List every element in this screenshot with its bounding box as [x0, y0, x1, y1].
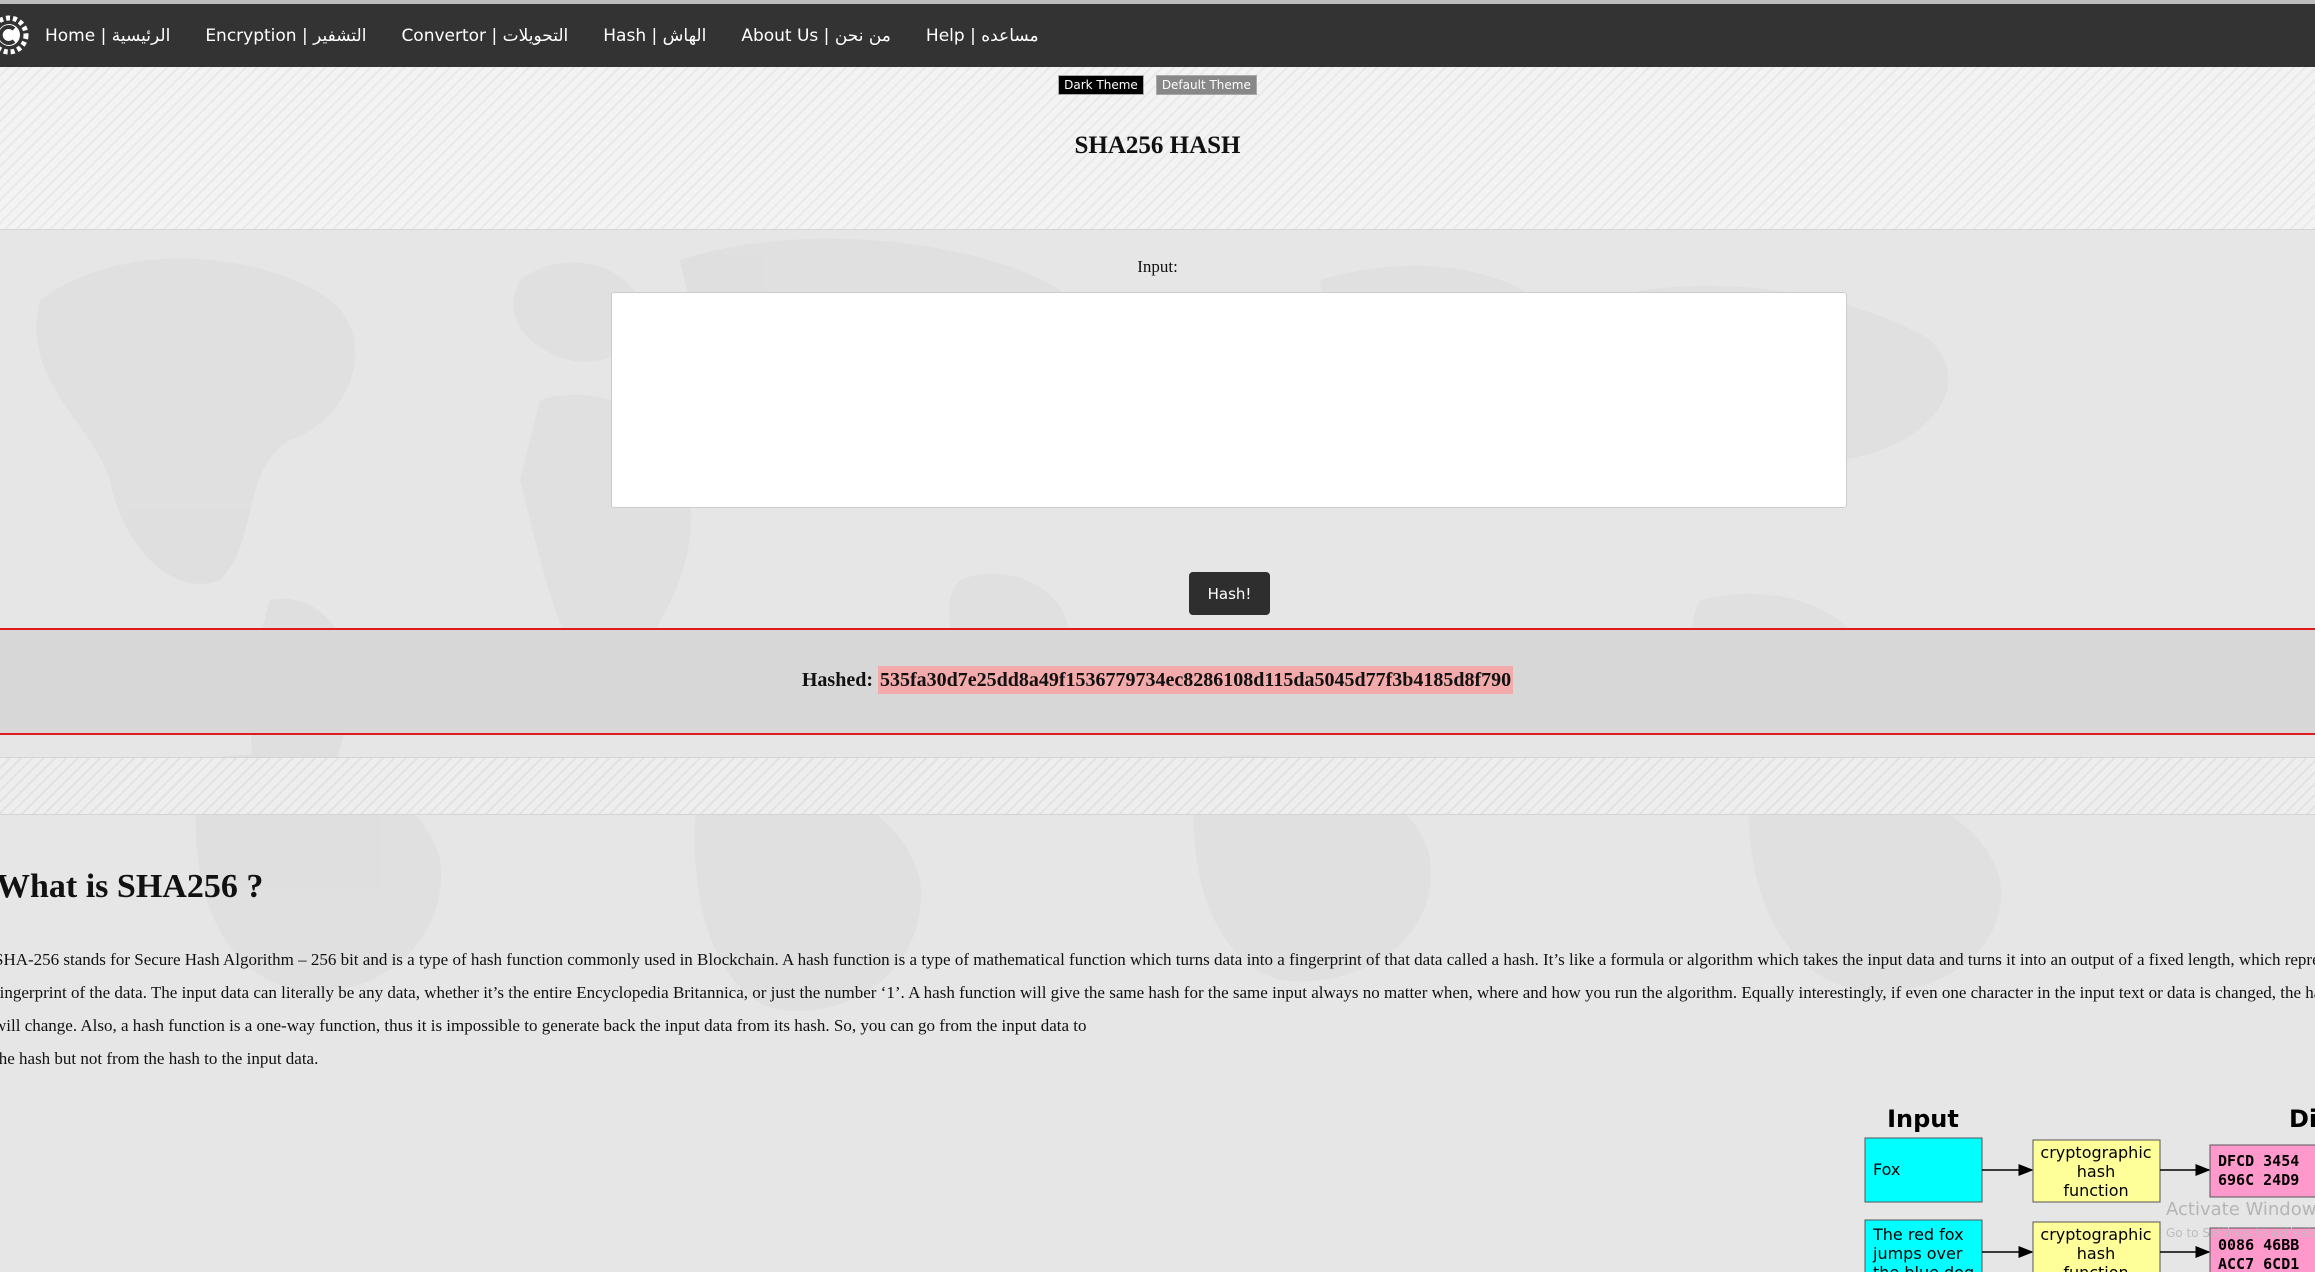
result-label: Hashed: — [801, 669, 873, 691]
nav-hash[interactable]: Hash | الهاش — [603, 26, 706, 46]
navbar: Home | الرئيسية Encryption | التشفير Con… — [0, 4, 2315, 67]
diagram-digest-header: Di — [2289, 1105, 2315, 1133]
nav-menu: Home | الرئيسية Encryption | التشفير Con… — [45, 4, 1074, 67]
diagram-function-text: function — [2063, 1263, 2128, 1272]
input-label: Input: — [1137, 257, 1178, 276]
result-panel: Hashed: 535fa30d7e25dd8a49f1536779734ec8… — [0, 628, 2315, 735]
diagram-input-text: the blue dog — [1873, 1263, 1974, 1272]
nav-home[interactable]: Home | الرئيسية — [45, 26, 170, 46]
diagram-input-text: jumps over — [1872, 1244, 1963, 1263]
default-theme-button[interactable]: Default Theme — [1155, 75, 1257, 95]
nav-encryption[interactable]: Encryption | التشفير — [205, 26, 366, 46]
article-paragraph: SHA-256 stands for Secure Hash Algorithm… — [0, 950, 2315, 1082]
diagram-digest-text: ACC7 6CD1 — [2218, 1255, 2299, 1272]
nav-about-us[interactable]: About Us | من نحن — [741, 26, 891, 46]
paragraph-line: will change. Also, a hash function is a … — [0, 1016, 1087, 1035]
hash-button[interactable]: Hash! — [1189, 572, 1270, 615]
diagram-function-text: function — [2063, 1181, 2128, 1200]
section-heading: What is SHA256 ? — [0, 868, 264, 905]
activate-windows-subtitle: Go to Settings to activate Windows. — [2166, 1226, 2315, 1240]
nav-convertor[interactable]: Convertor | التحويلات — [401, 26, 568, 46]
diagram-function-text: cryptographic — [2040, 1225, 2151, 1244]
diagram-input-header: Input — [1887, 1105, 1959, 1133]
diagram-input-text: Fox — [1873, 1160, 1900, 1179]
nav-help[interactable]: Help | مساعده — [926, 26, 1039, 46]
gear-logo-icon[interactable] — [0, 12, 30, 58]
diagram-function-text: hash — [2077, 1162, 2115, 1181]
hash-function-diagram: Input Di Fox cryptographic hash function… — [1864, 1105, 2315, 1272]
diagram-digest-text: 696C 24D9 — [2218, 1171, 2299, 1189]
result-line: Hashed: 535fa30d7e25dd8a49f1536779734ec8… — [0, 666, 2315, 694]
theme-switcher: Dark Theme Default Theme — [0, 75, 2315, 95]
paragraph-line: the hash but not from the hash to the in… — [0, 1049, 319, 1068]
activate-windows-watermark: Activate Windows — [2166, 1199, 2315, 1220]
paragraph-line: fingerprint of the data. The input data … — [0, 983, 2315, 1002]
hash-output-value[interactable]: 535fa30d7e25dd8a49f1536779734ec8286108d1… — [877, 666, 1514, 694]
hash-input-textarea[interactable] — [611, 292, 1847, 508]
diagram-digest-text: DFCD 3454 — [2218, 1152, 2299, 1170]
dark-theme-button[interactable]: Dark Theme — [1058, 75, 1144, 95]
diagram-function-text: cryptographic — [2040, 1143, 2151, 1162]
diagram-function-text: hash — [2077, 1244, 2115, 1263]
diagram-input-text: The red fox — [1872, 1225, 1964, 1244]
paragraph-line: SHA-256 stands for Secure Hash Algorithm… — [0, 950, 2315, 969]
divider-band — [0, 757, 2315, 815]
page-title: SHA256 HASH — [1074, 132, 1241, 159]
